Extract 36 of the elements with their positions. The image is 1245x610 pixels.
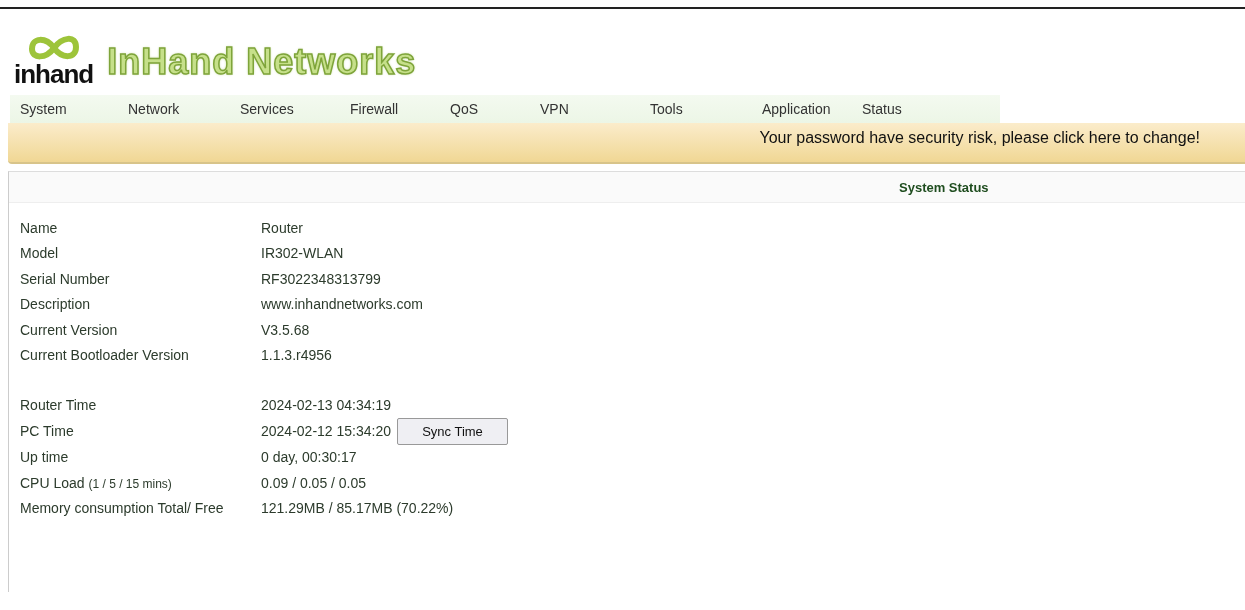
nav-item[interactable]: System (10, 101, 118, 117)
field-value: V3.5.68 (261, 321, 310, 338)
nav-item[interactable]: VPN (530, 101, 640, 117)
field-label: Up time (20, 449, 70, 466)
field-label: CPU Load (1 / 5 / 15 mins) (20, 474, 173, 491)
field-value: 2024-02-12 15:34:20 (261, 423, 391, 439)
logo-wordmark: inhand (14, 61, 94, 87)
field-label: Router Time (20, 396, 98, 413)
field-label: Description (20, 296, 92, 313)
field-value: Router (261, 219, 304, 236)
nav-item[interactable]: Application (752, 101, 852, 117)
site-title: InHand Networks (107, 41, 417, 83)
nav-item[interactable]: Firewall (340, 101, 440, 117)
field-value: 0 day, 00:30:17 (261, 449, 357, 466)
nav-item[interactable]: QoS (440, 101, 530, 117)
field-value: 121.29MB / 85.17MB (70.22%) (261, 500, 454, 517)
panel-title: System Status (899, 179, 989, 195)
nav-item[interactable]: Status (852, 101, 932, 117)
field-label: Current Version (20, 321, 119, 338)
field-label: Model (20, 245, 60, 262)
sync-time-button[interactable]: Sync Time (397, 417, 508, 445)
nav-item[interactable]: Network (118, 101, 230, 117)
field-label: PC Time (20, 423, 75, 439)
field-value: RF3022348313799 (261, 270, 381, 287)
field-label: Serial Number (20, 270, 111, 287)
field-value: IR302-WLAN (261, 245, 344, 262)
field-value: 0.09 / 0.05 / 0.05 (261, 474, 367, 491)
field-label: Name (20, 219, 59, 236)
field-value: 2024-02-13 04:34:19 (261, 396, 391, 413)
field-label: Memory consumption Total/ Free (20, 500, 225, 517)
nav-item[interactable]: Services (230, 101, 340, 117)
field-label: Current Bootloader Version (20, 347, 190, 364)
field-value: www.inhandnetworks.com (261, 296, 423, 313)
nav-item[interactable]: Tools (640, 101, 752, 117)
field-value: 1.1.3.r4956 (261, 347, 332, 364)
password-warning-link[interactable]: Your password have security risk, please click here to change! (759, 129, 1200, 147)
